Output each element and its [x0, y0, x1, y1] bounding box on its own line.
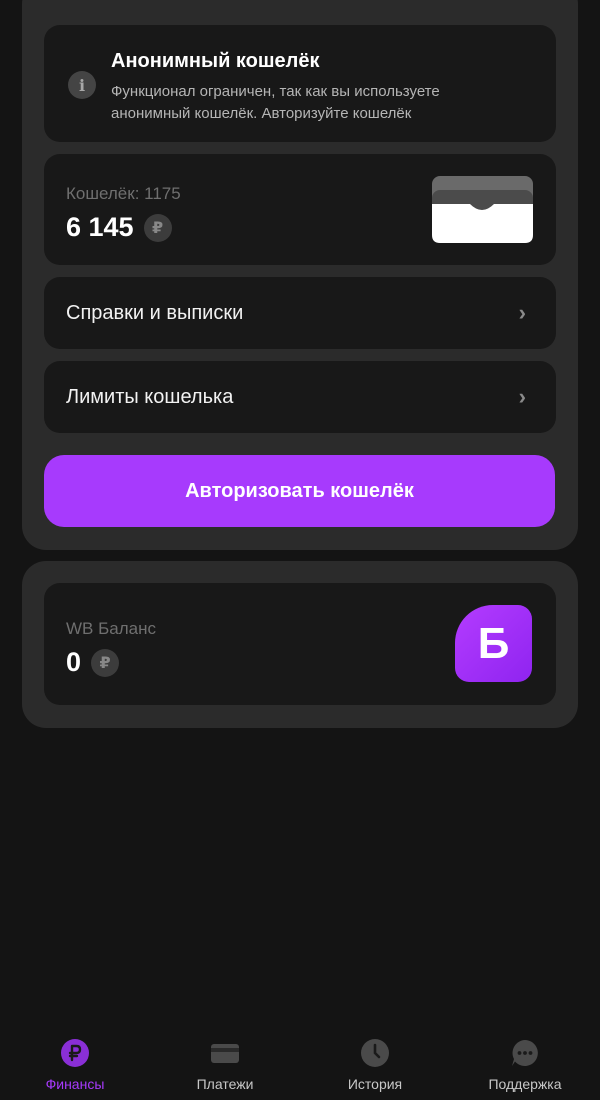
nav-item-label: Платежи [196, 1076, 254, 1092]
menu-item-limits[interactable]: Лимиты кошелька › [44, 361, 556, 433]
nav-item-label: История [347, 1076, 403, 1092]
menu-item-label: Лимиты кошелька [66, 385, 234, 408]
ruble-icon: ₽ [143, 213, 172, 242]
ruble-icon: ₽ [91, 648, 120, 677]
wb-balance-amount: 0 [66, 647, 82, 677]
nav-item-finance[interactable]: Финансы [0, 1022, 150, 1092]
wallet-balance: 6 145 ₽ [66, 212, 172, 243]
nav-item-label: Поддержка [488, 1076, 562, 1092]
card-icon [210, 1038, 240, 1068]
wb-balance-section: WB Баланс 0 ₽ Б [22, 561, 578, 728]
wallet-icon [432, 176, 533, 243]
ruble-icon [60, 1038, 90, 1068]
notice-title: Анонимный кошелёк [111, 50, 320, 72]
chevron-right-icon: › [518, 384, 526, 409]
bottom-navigation: Финансы Платежи История Поддержка [0, 1022, 600, 1100]
wb-balance-card[interactable]: WB Баланс 0 ₽ Б [44, 583, 556, 705]
info-icon: i [68, 71, 96, 99]
authorize-wallet-button[interactable]: Авторизовать кошелёк [44, 455, 555, 527]
chat-icon [510, 1038, 540, 1068]
wallet-amount: 6 145 [66, 212, 134, 242]
wb-balance-label: WB Баланс [66, 619, 156, 638]
nav-item-history[interactable]: История [300, 1022, 450, 1092]
wallet-label: Кошелёк: 1175 [66, 184, 181, 203]
notice-text: Функционал ограничен, так как вы использ… [111, 83, 440, 122]
menu-item-statements[interactable]: Справки и выписки › [44, 277, 556, 349]
nav-item-label: Финансы [45, 1076, 105, 1092]
wb-balance: 0 ₽ [66, 647, 120, 678]
wb-balance-logo-icon: Б [455, 605, 532, 682]
chevron-right-icon: › [518, 300, 526, 325]
clock-icon [360, 1038, 390, 1068]
wallet-section: i Анонимный кошелёк Функционал ограничен… [22, 0, 578, 550]
wallet-card[interactable]: Кошелёк: 1175 6 145 ₽ [44, 154, 556, 265]
menu-item-label: Справки и выписки [66, 301, 244, 324]
nav-item-support[interactable]: Поддержка [450, 1022, 600, 1092]
nav-item-payments[interactable]: Платежи [150, 1022, 300, 1092]
anonymous-wallet-notice: i Анонимный кошелёк Функционал ограничен… [44, 25, 556, 142]
